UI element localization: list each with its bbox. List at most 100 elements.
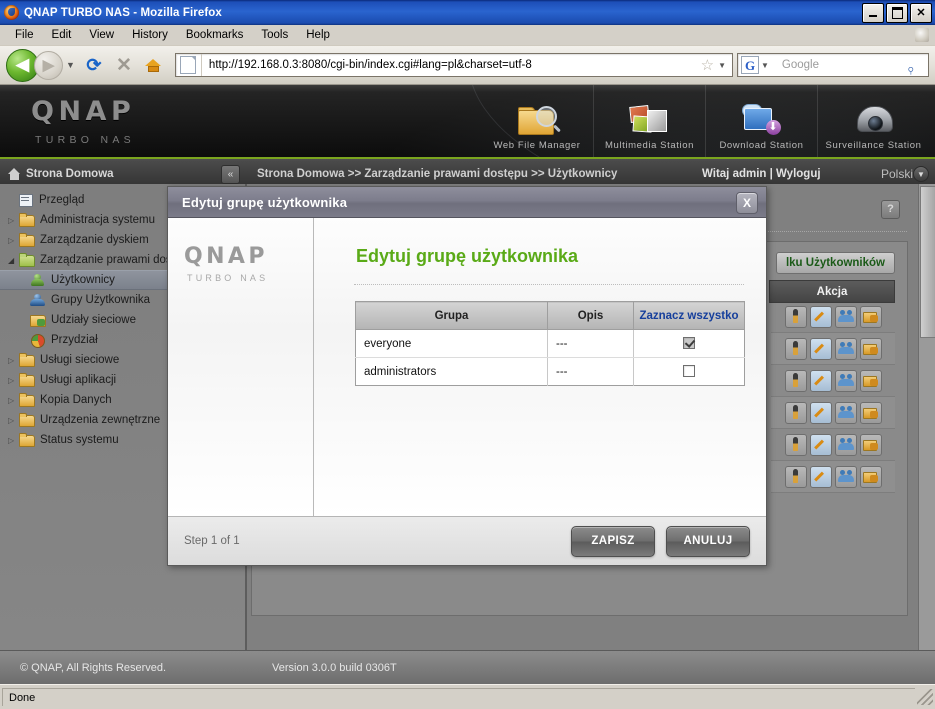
- menu-tools[interactable]: Tools: [252, 27, 297, 43]
- key-icon[interactable]: [784, 401, 807, 424]
- edit-pencil-icon[interactable]: [809, 305, 832, 328]
- chevron-right-icon[interactable]: ▷: [8, 416, 18, 425]
- forward-button[interactable]: ▶: [34, 50, 63, 80]
- sidebar-item-label: Użytkownicy: [51, 274, 115, 286]
- key-icon[interactable]: [784, 305, 807, 328]
- url-input[interactable]: http://192.168.0.3:8080/cgi-bin/index.cg…: [202, 59, 697, 71]
- key-icon[interactable]: [784, 465, 807, 488]
- chevron-right-icon[interactable]: ▷: [8, 436, 18, 445]
- save-button[interactable]: ZAPISZ: [571, 525, 655, 557]
- dialog-heading: Edytuj grupę użytkownika: [356, 246, 579, 266]
- bookmark-star-icon[interactable]: ☆: [697, 56, 718, 74]
- shared-folder-icon[interactable]: [859, 401, 882, 424]
- menu-view[interactable]: View: [80, 27, 123, 43]
- dialog-body: QNAP TURBO NAS Edytuj grupę użytkownika …: [168, 218, 766, 516]
- edit-pencil-icon[interactable]: [809, 337, 832, 360]
- search-input[interactable]: Google: [775, 59, 905, 71]
- scrollbar-thumb[interactable]: [920, 186, 935, 338]
- language-label[interactable]: Polski: [881, 167, 913, 181]
- page-scrollbar[interactable]: [918, 184, 935, 650]
- browser-statusbar: Done: [0, 684, 935, 709]
- chevron-right-icon[interactable]: ▷: [8, 236, 18, 245]
- history-dropdown-icon[interactable]: ▼: [66, 60, 75, 70]
- quota-pie-icon: [30, 334, 45, 348]
- app-download-station[interactable]: ⬇ Download Station: [705, 85, 817, 157]
- url-dropdown-icon[interactable]: ▼: [718, 61, 732, 70]
- key-icon[interactable]: [784, 433, 807, 456]
- shared-folder-icon[interactable]: [859, 337, 882, 360]
- close-icon[interactable]: X: [736, 192, 758, 214]
- chevron-right-icon[interactable]: ▷: [8, 356, 18, 365]
- firefox-window: QNAP TURBO NAS - Mozilla Firefox ✕ File …: [0, 0, 935, 709]
- resize-grip-icon[interactable]: [917, 689, 933, 705]
- shared-folder-icon[interactable]: [859, 305, 882, 328]
- table-row[interactable]: [771, 397, 895, 429]
- table-row[interactable]: [771, 429, 895, 461]
- edit-pencil-icon[interactable]: [809, 433, 832, 456]
- table-row[interactable]: [771, 365, 895, 397]
- column-header-zaznacz-wszystko[interactable]: Zaznacz wszystko: [633, 301, 745, 330]
- cell-group-name: administrators: [355, 357, 548, 386]
- cancel-button[interactable]: ANULUJ: [666, 525, 750, 557]
- minimize-button[interactable]: [862, 3, 884, 23]
- maximize-button[interactable]: [886, 3, 908, 23]
- search-bar[interactable]: G ▼ Google ⌕: [737, 53, 929, 77]
- user-group-icon[interactable]: [834, 369, 857, 392]
- menu-edit[interactable]: Edit: [43, 27, 81, 43]
- app-surveillance-station[interactable]: Surveillance Station: [817, 85, 929, 157]
- home-tab[interactable]: Strona Domowa «: [0, 161, 247, 186]
- edit-pencil-icon[interactable]: [809, 369, 832, 392]
- edit-pencil-icon[interactable]: [809, 401, 832, 424]
- qnap-banner: QNAP TURBO NAS Web File Manager Multimed…: [0, 85, 935, 157]
- chevron-right-icon[interactable]: ▷: [8, 396, 18, 405]
- dialog-content: Edytuj grupę użytkownika Grupa Opis Zazn…: [314, 218, 766, 516]
- user-group-icon[interactable]: [834, 433, 857, 456]
- divider: [354, 284, 744, 286]
- app-label: Multimedia Station: [605, 140, 694, 151]
- stop-icon[interactable]: ✕: [111, 52, 137, 78]
- shared-folder-icon[interactable]: [859, 369, 882, 392]
- google-icon[interactable]: G: [741, 56, 759, 74]
- user-group-icon[interactable]: [834, 465, 857, 488]
- user-group-icon[interactable]: [834, 401, 857, 424]
- url-bar[interactable]: http://192.168.0.3:8080/cgi-bin/index.cg…: [174, 53, 733, 77]
- reload-icon[interactable]: ⟳: [81, 52, 107, 78]
- home-icon[interactable]: [141, 52, 167, 78]
- media-photos-icon: [628, 100, 670, 140]
- app-web-file-manager[interactable]: Web File Manager: [481, 85, 593, 157]
- key-icon[interactable]: [784, 369, 807, 392]
- chevron-right-icon[interactable]: ▷: [8, 216, 18, 225]
- group-checkbox-administrators[interactable]: [682, 365, 695, 378]
- search-engine-dropdown-icon[interactable]: ▼: [761, 61, 775, 70]
- cell-checkbox[interactable]: [633, 329, 745, 358]
- shared-folder-icon[interactable]: [859, 433, 882, 456]
- edit-pencil-icon[interactable]: [809, 465, 832, 488]
- chevron-down-icon[interactable]: ▼: [913, 166, 929, 182]
- user-group-icon[interactable]: [834, 305, 857, 328]
- table-row[interactable]: [771, 461, 895, 493]
- create-multiple-users-button[interactable]: lku Użytkowników: [775, 252, 895, 274]
- shared-folder-icon[interactable]: [859, 465, 882, 488]
- app-label: Web File Manager: [493, 140, 581, 151]
- menu-history[interactable]: History: [123, 27, 177, 43]
- help-icon[interactable]: ?: [881, 200, 900, 219]
- copyright-text: © QNAP, All Rights Reserved.: [20, 661, 167, 674]
- menu-file[interactable]: File: [6, 27, 43, 43]
- key-icon[interactable]: [784, 337, 807, 360]
- dialog-logo-subtitle: TURBO NAS: [187, 273, 269, 283]
- cell-checkbox[interactable]: [634, 358, 745, 386]
- menu-help[interactable]: Help: [297, 27, 339, 43]
- group-checkbox-everyone[interactable]: [682, 337, 695, 350]
- user-group-icon[interactable]: [834, 337, 857, 360]
- search-icon[interactable]: ⌕: [902, 53, 927, 78]
- table-row[interactable]: [771, 301, 895, 333]
- welcome-logout[interactable]: Witaj admin | Wyloguj: [702, 168, 821, 180]
- window-titlebar: QNAP TURBO NAS - Mozilla Firefox ✕: [0, 0, 935, 25]
- menu-bookmarks[interactable]: Bookmarks: [177, 27, 253, 43]
- table-row[interactable]: [771, 333, 895, 365]
- close-window-button[interactable]: ✕: [910, 3, 932, 23]
- collapse-sidebar-button[interactable]: «: [221, 165, 240, 184]
- chevron-down-icon[interactable]: ◢: [8, 256, 18, 265]
- chevron-right-icon[interactable]: ▷: [8, 376, 18, 385]
- app-multimedia-station[interactable]: Multimedia Station: [593, 85, 705, 157]
